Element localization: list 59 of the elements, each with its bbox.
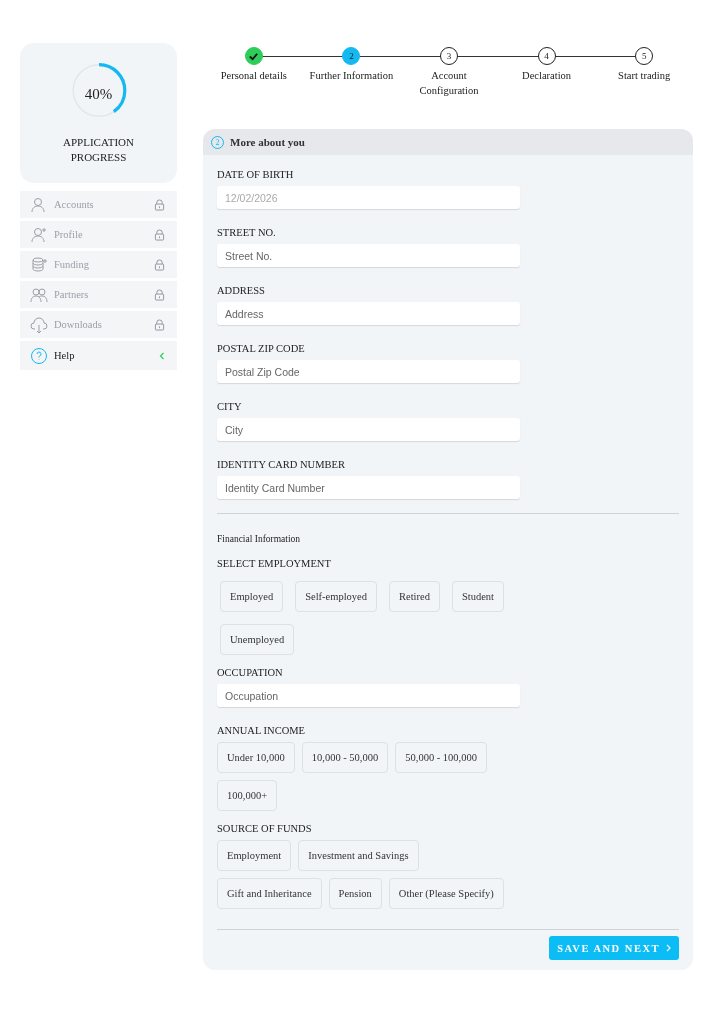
step-circle: 4: [537, 47, 556, 65]
option-button[interactable]: Investment and Savings: [298, 840, 419, 871]
option-button[interactable]: 50,000 - 100,000: [395, 742, 487, 773]
step-label: Personal details: [219, 69, 288, 83]
sidebar-label: Funding: [54, 259, 90, 270]
step-label: Declaration: [521, 69, 573, 83]
step-label: Account Configuration: [418, 69, 480, 98]
person-add-icon: [30, 225, 48, 244]
input-field[interactable]: Identity Card Number: [217, 476, 520, 499]
field-label: IDENTITY CARD NUMBER: [217, 459, 345, 470]
input-field[interactable]: City: [217, 418, 520, 441]
check-icon: [248, 50, 260, 62]
option-button[interactable]: Self-employed: [295, 581, 377, 612]
field-label: ADDRESS: [217, 285, 265, 296]
option-button[interactable]: Unemployed: [220, 624, 295, 655]
step-circle: 2: [342, 47, 361, 65]
option-button[interactable]: Student: [451, 581, 504, 612]
field-label: CITY: [217, 401, 242, 412]
step-label: Start trading: [617, 69, 672, 83]
input-field[interactable]: Postal Zip Code: [217, 360, 520, 383]
step-circle: 3: [440, 47, 458, 65]
field-label: STREET NO.: [217, 227, 276, 238]
option-button[interactable]: Under 10,000: [217, 742, 295, 773]
input-field[interactable]: Address: [217, 302, 520, 325]
option-button[interactable]: 10,000 - 50,000: [301, 742, 389, 773]
option-button[interactable]: Retired: [389, 581, 440, 612]
section-title: More about you: [230, 136, 305, 148]
input-field[interactable]: 12/02/2026: [217, 186, 520, 209]
coins-icon: [30, 255, 48, 274]
sidebar-label: Accounts: [54, 199, 95, 210]
field-label: OCCUPATION: [217, 667, 283, 678]
field-label: SELECT EMPLOYMENT: [217, 558, 331, 569]
field-label: ANNUAL INCOME: [217, 725, 305, 736]
section-subtitle: Financial Information: [217, 534, 301, 544]
sidebar-label: Profile: [54, 229, 84, 240]
field-label: POSTAL ZIP CODE: [217, 343, 305, 354]
progress-percent: 40%: [84, 86, 113, 103]
sidebar-label: Partners: [54, 289, 90, 300]
person-icon: [30, 195, 48, 214]
step-circle: 5: [635, 47, 654, 65]
option-button[interactable]: Gift and Inheritance: [217, 878, 322, 909]
option-button[interactable]: Employed: [220, 581, 284, 612]
chevron-right-icon: [666, 944, 671, 952]
people-icon: [30, 285, 48, 304]
cloud-download-icon: [30, 315, 48, 334]
input-field[interactable]: Street No.: [217, 244, 520, 267]
sidebar-item[interactable]: Help: [20, 341, 177, 370]
option-button[interactable]: Other (Please Specify): [388, 878, 504, 909]
input-field[interactable]: Occupation: [217, 684, 520, 707]
step-label: Further Information: [308, 69, 395, 83]
field-label: DATE OF BIRTH: [217, 169, 294, 180]
progress-label: APPLICATION PROGRESS: [62, 135, 135, 165]
field-label: SOURCE OF FUNDS: [217, 823, 312, 834]
sidebar-label: Help: [54, 350, 76, 361]
option-button[interactable]: 100,000+: [217, 780, 278, 811]
sidebar-label: Downloads: [54, 319, 103, 330]
option-button[interactable]: Pension: [328, 878, 382, 909]
help-icon: [30, 346, 48, 365]
option-button[interactable]: Employment: [217, 840, 292, 871]
